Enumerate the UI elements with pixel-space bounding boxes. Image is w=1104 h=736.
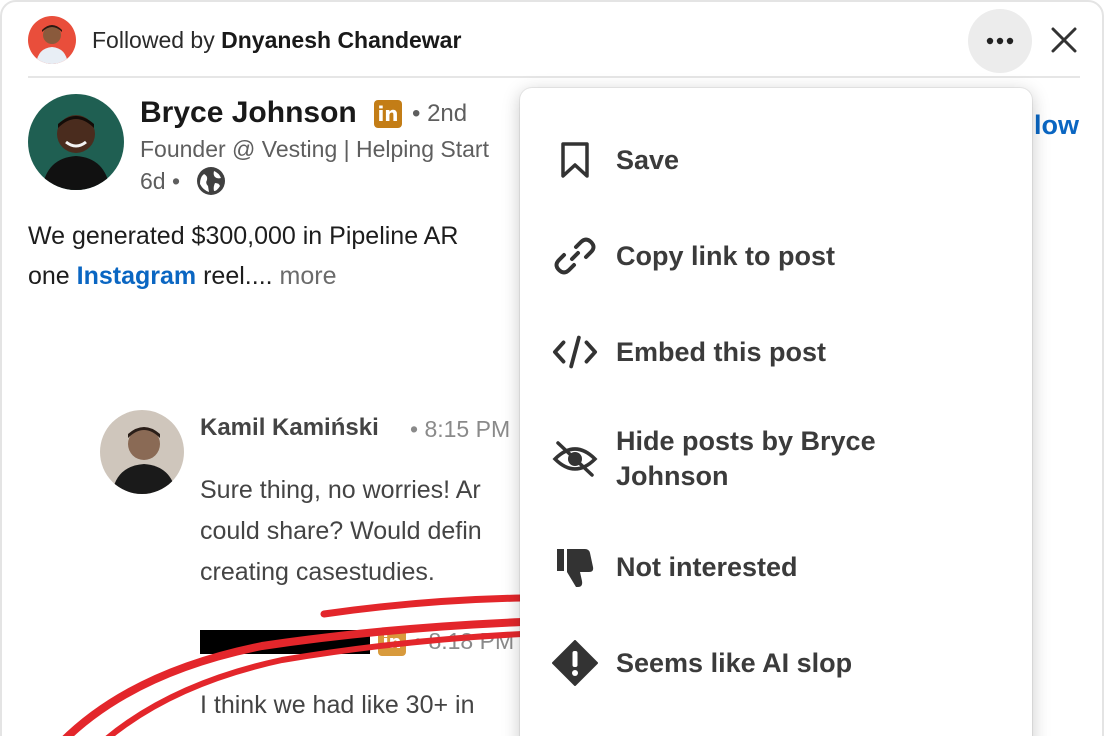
menu-item-label-line-1: Hide posts by Bryce	[616, 426, 876, 456]
menu-item-label-line-2: Johnson	[616, 461, 729, 491]
follower-avatar[interactable]	[28, 16, 76, 64]
menu-item-label: Embed this post	[616, 336, 827, 367]
bookmark-icon	[552, 137, 598, 183]
link-icon	[552, 233, 598, 279]
eye-slash-icon	[552, 436, 598, 482]
close-icon	[1051, 27, 1077, 53]
code-icon	[552, 329, 598, 375]
thumbs-down-icon	[552, 544, 598, 590]
post-text-line-2: one Instagram reel.... more	[28, 256, 548, 296]
menu-item-not-interested[interactable]: Not interested	[520, 543, 1032, 591]
menu-item-label: Copy link to post	[616, 240, 835, 271]
ellipsis-icon	[986, 37, 1014, 45]
see-more-link[interactable]: more	[280, 262, 337, 290]
menu-item-hide-posts[interactable]: Hide posts by Bryce Johnson	[520, 424, 1032, 494]
post-timestamp: 6d •	[140, 168, 181, 194]
post-text: We generated $300,000 in Pipeline AR one…	[28, 216, 548, 296]
dismiss-button[interactable]	[1040, 16, 1088, 64]
header-divider	[28, 76, 1080, 78]
author-name[interactable]: Bryce Johnson	[140, 96, 357, 130]
post-options-menu: Save Copy link to post Embed this post H…	[520, 88, 1032, 736]
menu-item-label: Seems like AI slop	[616, 647, 853, 678]
hashtag-link[interactable]: Instagram	[77, 262, 196, 290]
context-follower-name[interactable]: Dnyanesh Chandewar	[221, 27, 461, 53]
social-context: Followed by Dnyanesh Chandewar	[28, 16, 461, 64]
menu-item-label: Not interested	[616, 551, 798, 582]
post-text-line-1: We generated $300,000 in Pipeline AR	[28, 222, 459, 250]
post-card: Followed by Dnyanesh Chandewar Bryce Joh…	[0, 0, 1104, 736]
menu-item-label: Save	[616, 144, 680, 175]
linkedin-premium-badge: in	[374, 100, 402, 128]
context-prefix: Followed by	[92, 26, 215, 53]
globe-icon	[197, 167, 225, 195]
menu-item-copy-link[interactable]: Copy link to post	[520, 232, 1032, 280]
author-headline: Founder @ Vesting | Helping Start	[140, 136, 489, 162]
follow-button[interactable]: low	[1034, 110, 1079, 141]
more-options-button[interactable]	[968, 9, 1032, 73]
menu-item-embed[interactable]: Embed this post	[520, 328, 1032, 376]
post-text-prefix: one	[28, 262, 70, 290]
menu-item-ai-slop[interactable]: Seems like AI slop	[520, 639, 1032, 687]
social-context-text: Followed by Dnyanesh Chandewar	[92, 27, 461, 54]
menu-item-save[interactable]: Save	[520, 136, 1032, 184]
author-avatar[interactable]	[28, 94, 124, 190]
warning-diamond-icon	[552, 640, 598, 686]
post-text-suffix: reel....	[203, 262, 273, 290]
connection-degree: • 2nd	[412, 100, 468, 127]
